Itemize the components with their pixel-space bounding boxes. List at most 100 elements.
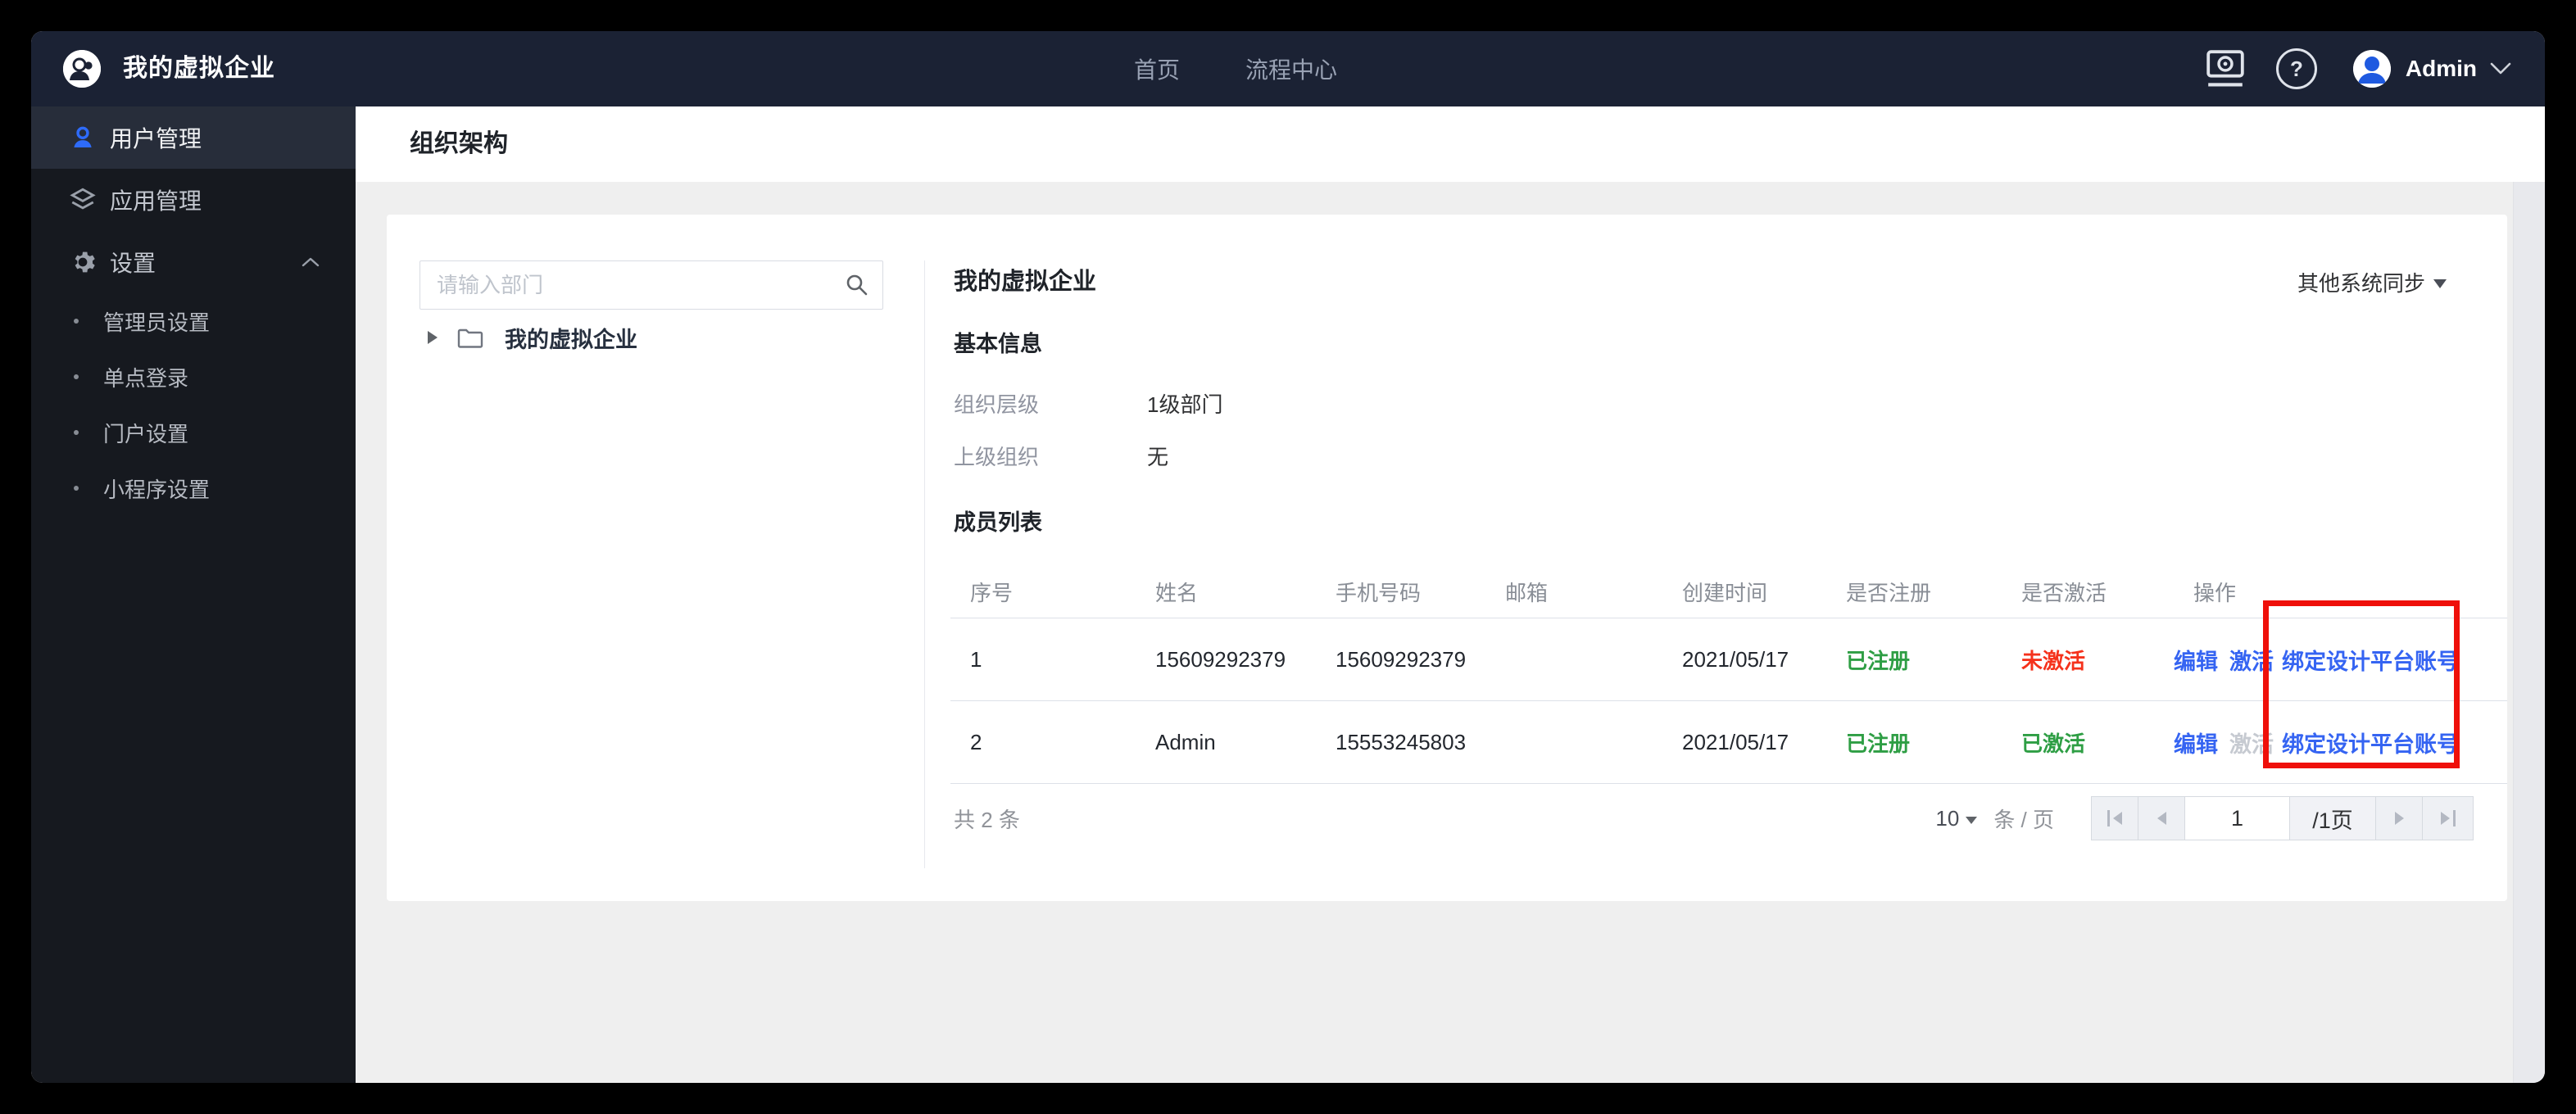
sidebar-item-sso[interactable]: 单点登录 <box>31 349 356 405</box>
org-structure-card: 我的虚拟企业 我的虚拟企业 其他系统同步 基本信息 组织层级 1级部门 上级组织… <box>387 215 2507 901</box>
sidebar-item-admin-settings[interactable]: 管理员设置 <box>31 293 356 349</box>
members-table: 序号 姓名 手机号码 邮箱 创建时间 是否注册 是否激活 操作 1 156092… <box>950 565 2507 784</box>
cell-index: 2 <box>970 729 982 754</box>
sidebar-subitem-label: 管理员设置 <box>103 310 211 335</box>
last-page-button[interactable] <box>2422 796 2474 840</box>
layers-icon <box>69 186 97 214</box>
prev-page-button[interactable] <box>2138 796 2185 840</box>
pagination: 10 条 / 页 /1页 <box>1935 796 2474 840</box>
vertical-divider <box>924 260 925 868</box>
cell-index: 1 <box>970 646 982 672</box>
user-name[interactable]: Admin <box>2406 56 2477 82</box>
page-number-input[interactable] <box>2194 804 2280 832</box>
sidebar-item-label: 应用管理 <box>110 188 202 214</box>
total-pages-label: /1页 <box>2289 796 2376 840</box>
sidebar-subitem-label: 小程序设置 <box>103 477 211 502</box>
sidebar-subitem-label: 单点登录 <box>103 365 189 391</box>
sidebar-item-app-management[interactable]: 应用管理 <box>31 169 356 231</box>
sidebar-item-miniprogram-settings[interactable]: 小程序设置 <box>31 460 356 516</box>
col-header: 是否注册 <box>1846 580 1932 605</box>
gear-icon <box>69 248 97 276</box>
department-search-input[interactable] <box>435 261 832 309</box>
bullet-icon <box>74 374 79 379</box>
bind-design-account-link[interactable]: 绑定设计平台账号 <box>2282 644 2459 676</box>
screen-record-icon[interactable] <box>2204 44 2247 93</box>
org-name-title: 我的虚拟企业 <box>954 269 1097 295</box>
table-row: 2 Admin 15553245803 2021/05/17 已注册 已激活 编… <box>950 701 2507 784</box>
tree-expand-icon[interactable] <box>428 331 438 344</box>
page-title: 组织架构 <box>410 130 508 157</box>
next-page-icon <box>2394 812 2404 825</box>
nav-home[interactable]: 首页 <box>1134 52 1180 85</box>
sidebar-subitem-label: 门户设置 <box>103 421 189 446</box>
next-page-button[interactable] <box>2375 796 2423 840</box>
prev-page-icon <box>2156 812 2166 825</box>
edit-link[interactable]: 编辑 <box>2174 727 2218 759</box>
nav-process-center[interactable]: 流程中心 <box>1245 52 1337 85</box>
field-label-org-level: 组织层级 <box>954 392 1040 417</box>
tree-node-root[interactable]: 我的虚拟企业 <box>428 319 637 355</box>
page-number-cell <box>2184 796 2290 840</box>
bullet-icon <box>74 486 79 491</box>
top-nav: 首页 流程中心 <box>1134 31 1337 106</box>
company-logo-icon <box>63 50 101 88</box>
chevron-up-icon <box>302 257 320 267</box>
col-header: 创建时间 <box>1682 580 1768 605</box>
activated-status: 未激活 <box>2021 648 2086 673</box>
registered-status: 已注册 <box>1846 648 1911 673</box>
app-window: 我的虚拟企业 首页 流程中心 ? Admin 用户管理 应用管理 设置 管理员设… <box>31 31 2545 1083</box>
row-actions: 编辑 激活 绑定设计平台账号 <box>2174 644 2507 676</box>
col-header: 序号 <box>970 580 1014 605</box>
bind-design-account-link[interactable]: 绑定设计平台账号 <box>2282 727 2459 759</box>
chevron-down-icon[interactable] <box>2488 61 2513 77</box>
members-title: 成员列表 <box>954 510 1042 535</box>
page-title-bar: 组织架构 <box>356 106 2545 182</box>
triangle-down-icon <box>1966 816 1978 824</box>
total-count: 共 2 条 <box>954 807 1020 832</box>
sidebar-item-label: 设置 <box>110 251 156 276</box>
other-system-sync-dropdown[interactable]: 其他系统同步 <box>2297 267 2447 297</box>
cell-created: 2021/05/17 <box>1682 646 1789 672</box>
sidebar: 用户管理 应用管理 设置 管理员设置 单点登录 门户设置 小程序设置 <box>31 106 356 1083</box>
table-footer: 共 2 条 10 条 / 页 /1页 <box>954 796 2474 840</box>
table-header-row: 序号 姓名 手机号码 邮箱 创建时间 是否注册 是否激活 操作 <box>950 565 2507 618</box>
field-value-org-level: 1级部门 <box>1147 392 1223 417</box>
table-row: 1 15609292379 15609292379 2021/05/17 已注册… <box>950 618 2507 701</box>
cell-phone: 15609292379 <box>1336 646 1467 672</box>
basic-info-title: 基本信息 <box>954 332 1042 356</box>
activate-link[interactable]: 激活 <box>2229 644 2274 676</box>
cell-name: 15609292379 <box>1155 646 1286 672</box>
col-header: 手机号码 <box>1336 580 1422 605</box>
user-avatar[interactable] <box>2352 50 2391 88</box>
scrollbar[interactable] <box>2513 182 2545 1083</box>
sidebar-item-portal-settings[interactable]: 门户设置 <box>31 405 356 460</box>
folder-icon <box>457 328 483 348</box>
registered-status: 已注册 <box>1846 731 1911 756</box>
sidebar-item-user-management[interactable]: 用户管理 <box>31 106 356 169</box>
page-size-unit: 条 / 页 <box>1993 807 2054 832</box>
sync-label: 其他系统同步 <box>2297 271 2425 296</box>
cell-created: 2021/05/17 <box>1682 729 1789 754</box>
col-header: 邮箱 <box>1505 580 1549 605</box>
field-label-parent-org: 上级组织 <box>954 445 1040 469</box>
cell-phone: 15553245803 <box>1336 729 1467 754</box>
col-header: 操作 <box>2193 580 2237 605</box>
field-value-parent-org: 无 <box>1147 445 1169 469</box>
page-size-select[interactable]: 10 <box>1935 805 1978 831</box>
col-header: 是否激活 <box>2021 580 2107 605</box>
header-right-cluster: ? Admin <box>2204 31 2513 106</box>
first-page-icon <box>2113 812 2122 825</box>
bullet-icon <box>74 430 79 435</box>
sidebar-item-settings[interactable]: 设置 <box>31 231 356 293</box>
edit-link[interactable]: 编辑 <box>2174 644 2218 676</box>
activated-status: 已激活 <box>2021 731 2086 756</box>
help-icon[interactable]: ? <box>2275 48 2317 89</box>
bullet-icon <box>74 319 79 324</box>
last-page-icon <box>2440 812 2450 825</box>
search-icon[interactable] <box>845 273 869 297</box>
user-icon <box>69 124 97 152</box>
department-search <box>420 260 883 310</box>
first-page-button[interactable] <box>2091 796 2138 840</box>
page-size-value: 10 <box>1935 805 1960 831</box>
tree-node-label: 我的虚拟企业 <box>505 327 637 352</box>
